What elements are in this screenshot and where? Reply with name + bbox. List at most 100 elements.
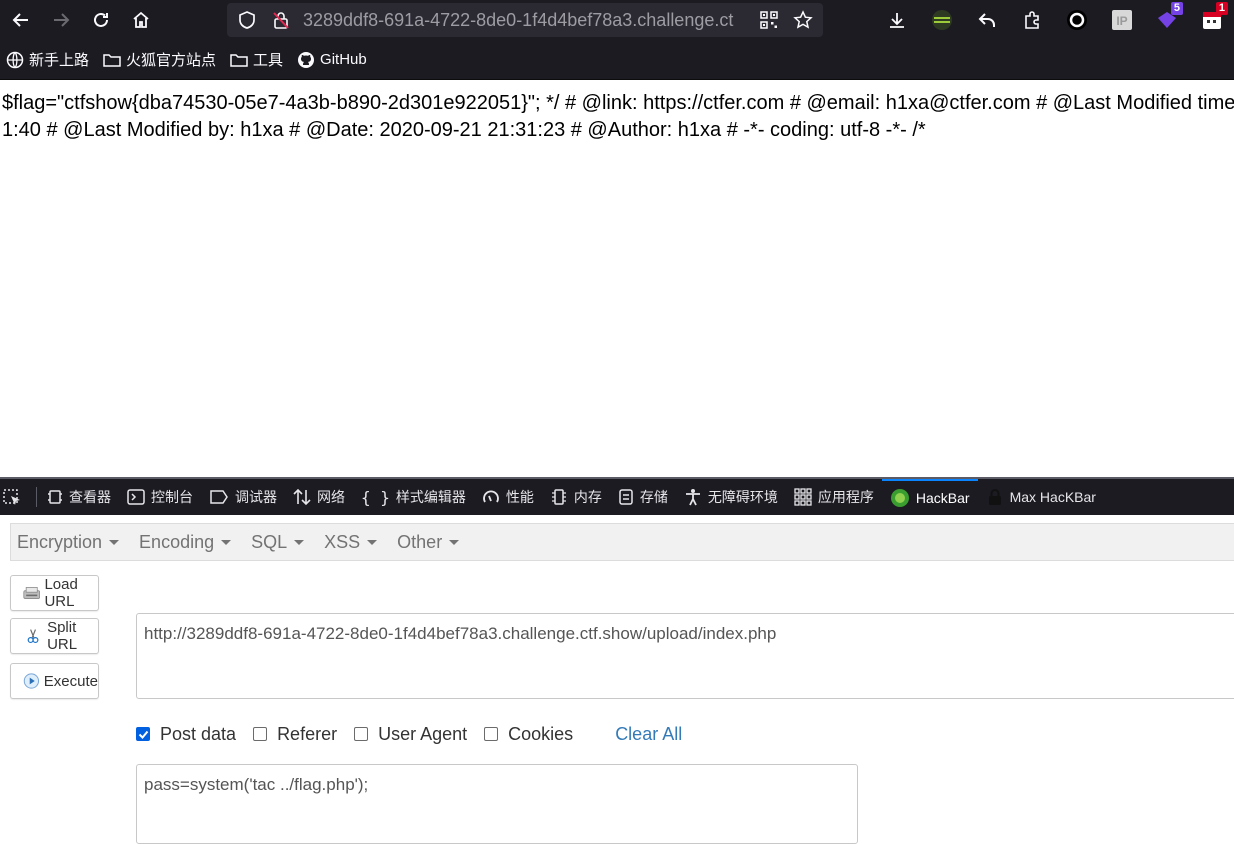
tab-storage[interactable]: 存储 bbox=[610, 479, 676, 515]
devtools-separator bbox=[36, 487, 37, 507]
extension-green-icon bbox=[931, 10, 952, 30]
option-checkboxes: Post data Referer User Agent Cookies Cle… bbox=[136, 722, 682, 746]
tab-application[interactable]: 应用程序 bbox=[786, 479, 882, 515]
arrow-right-icon bbox=[54, 13, 70, 27]
checkbox-label: Cookies bbox=[508, 723, 574, 744]
ip-icon: IP bbox=[1111, 10, 1132, 30]
tab-label: 样式编辑器 bbox=[395, 489, 466, 505]
checkbox-box[interactable] bbox=[354, 727, 369, 741]
puzzle-icon bbox=[1024, 11, 1039, 29]
tab-style-editor[interactable]: { } 样式编辑器 bbox=[353, 479, 474, 515]
tab-max-hackbar[interactable]: Max HacKBar bbox=[978, 479, 1104, 515]
post-data-textarea[interactable]: pass=system('tac ../flag.php'); bbox=[136, 764, 858, 844]
ip-extension-button[interactable]: IP bbox=[1099, 0, 1144, 40]
tab-accessibility[interactable]: 无障碍环境 bbox=[676, 479, 786, 515]
qr-code-icon[interactable] bbox=[759, 10, 779, 30]
download-icon bbox=[889, 13, 904, 28]
menu-label: Encoding bbox=[139, 531, 215, 552]
tab-label: 查看器 bbox=[69, 489, 111, 505]
tab-console[interactable]: 控制台 bbox=[119, 479, 201, 515]
element-picker-icon bbox=[3, 489, 20, 505]
split-url-button[interactable]: Split URL bbox=[10, 618, 99, 654]
button-label: Load URL bbox=[44, 576, 78, 610]
checkbox-post-data[interactable]: Post data bbox=[136, 724, 236, 745]
github-icon bbox=[298, 51, 315, 68]
bookmark-github[interactable]: GitHub bbox=[297, 51, 367, 69]
load-url-button[interactable]: Load URL bbox=[10, 575, 99, 611]
extension-badge-red: 1 bbox=[1215, 2, 1228, 15]
arrow-left-icon bbox=[12, 13, 28, 27]
network-icon bbox=[293, 488, 311, 506]
menu-label: Encryption bbox=[17, 531, 103, 552]
bookmark-folder-tools[interactable]: 工具 bbox=[230, 49, 283, 70]
checkbox-referer[interactable]: Referer bbox=[253, 724, 337, 745]
menu-sql[interactable]: SQL bbox=[251, 531, 305, 553]
extension-button-green[interactable] bbox=[919, 0, 964, 40]
hackbar-menu: Encryption Encoding SQL XSS Other bbox=[10, 523, 1234, 561]
checkbox-label: Referer bbox=[277, 723, 338, 744]
checkbox-user-agent[interactable]: User Agent bbox=[354, 724, 467, 745]
storage-icon bbox=[619, 489, 633, 505]
url-textarea[interactable]: http://3289ddf8-691a-4722-8de0-1f4d4bef7… bbox=[136, 613, 1234, 699]
load-url-icon bbox=[23, 587, 41, 599]
style-editor-icon: { } bbox=[361, 487, 390, 507]
reload-button[interactable] bbox=[83, 2, 119, 38]
tab-label: 无障碍环境 bbox=[707, 489, 778, 505]
menu-encoding[interactable]: Encoding bbox=[139, 531, 232, 553]
undo-icon bbox=[978, 13, 995, 27]
lock-icon bbox=[988, 489, 1001, 505]
forward-button[interactable] bbox=[43, 2, 79, 38]
tab-memory[interactable]: 内存 bbox=[542, 479, 610, 515]
page-content-text: $flag="ctfshow{dba74530-05e7-4a3b-b890-2… bbox=[2, 92, 1234, 141]
checkbox-box[interactable] bbox=[253, 727, 268, 741]
tab-network[interactable]: 网络 bbox=[285, 479, 353, 515]
debugger-icon bbox=[210, 490, 228, 504]
insecure-lock-icon[interactable] bbox=[271, 10, 291, 30]
tab-label: 应用程序 bbox=[817, 489, 874, 505]
bookmarks-bar: 新手上路 火狐官方站点 工具 GitHub bbox=[0, 40, 1234, 80]
checkbox-label: User Agent bbox=[378, 723, 468, 744]
tab-performance[interactable]: 性能 bbox=[474, 479, 542, 515]
toolbar-right-icons: IP 5 1 bbox=[874, 0, 1234, 40]
back-button[interactable] bbox=[3, 2, 39, 38]
menu-encryption[interactable]: Encryption bbox=[17, 531, 120, 553]
folder-icon bbox=[230, 53, 248, 67]
menu-label: SQL bbox=[251, 531, 288, 552]
url-text[interactable]: 3289ddf8-691a-4722-8de0-1f4d4bef78a3.cha… bbox=[303, 3, 753, 37]
bookmark-label: 火狐官方站点 bbox=[126, 52, 217, 69]
bookmark-label: 工具 bbox=[253, 52, 284, 69]
bookmark-star-icon[interactable] bbox=[793, 10, 813, 30]
globe-icon bbox=[6, 51, 24, 68]
extensions-button[interactable] bbox=[1009, 0, 1054, 40]
extension-button-dark[interactable] bbox=[1054, 0, 1099, 40]
menu-xss[interactable]: XSS bbox=[324, 531, 378, 553]
menu-other[interactable]: Other bbox=[397, 532, 460, 553]
address-bar[interactable]: 3289ddf8-691a-4722-8de0-1f4d4bef78a3.cha… bbox=[227, 3, 823, 37]
checkbox-box[interactable] bbox=[484, 727, 499, 741]
extension-button-red[interactable]: 1 bbox=[1189, 0, 1234, 40]
bookmark-folder-firefox[interactable]: 火狐官方站点 bbox=[103, 49, 216, 70]
checkbox-cookies[interactable]: Cookies bbox=[484, 724, 573, 745]
undo-extension-button[interactable] bbox=[964, 0, 1009, 40]
reload-icon bbox=[94, 12, 108, 27]
checkbox-box[interactable] bbox=[136, 727, 150, 741]
tab-hackbar[interactable]: HackBar bbox=[881, 479, 978, 515]
element-picker-button[interactable] bbox=[0, 479, 34, 515]
home-button[interactable] bbox=[123, 2, 159, 38]
execute-button[interactable]: Execute bbox=[10, 663, 99, 699]
circle-extension-icon bbox=[1066, 10, 1087, 30]
memory-icon bbox=[551, 489, 566, 505]
caret-down-icon bbox=[109, 539, 120, 545]
downloads-button[interactable] bbox=[874, 0, 919, 40]
extension-button-purple[interactable]: 5 bbox=[1144, 0, 1189, 40]
caret-down-icon bbox=[449, 539, 460, 545]
shield-icon[interactable] bbox=[237, 10, 257, 30]
menu-label: XSS bbox=[324, 531, 361, 552]
tab-inspector[interactable]: 查看器 bbox=[39, 479, 119, 515]
bookmark-getting-started[interactable]: 新手上路 bbox=[6, 49, 89, 70]
button-label: Split URL bbox=[47, 619, 78, 653]
caret-down-icon bbox=[221, 539, 232, 545]
tab-debugger[interactable]: 调试器 bbox=[201, 479, 285, 515]
clear-all-link[interactable]: Clear All bbox=[615, 724, 682, 745]
devtools-panel: 查看器 控制台 调试器 网络 { } 样式编辑器 性能 内存 存储 无障碍环境 … bbox=[0, 477, 1234, 844]
